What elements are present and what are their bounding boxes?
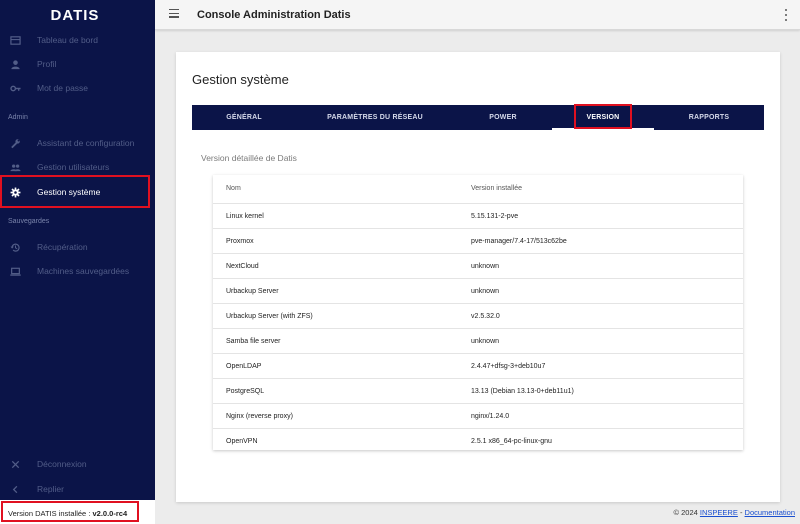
sidebar-item-label: Replier xyxy=(37,484,64,494)
version-label: Version DATIS installée : xyxy=(8,509,91,518)
cell-version: pve-manager/7.4-17/513c62be xyxy=(471,238,567,245)
inspeere-link[interactable]: INSPEERE xyxy=(700,508,738,517)
cell-version: unknown xyxy=(471,338,500,345)
table-row: NextCloud unknown xyxy=(213,254,743,279)
sidebar-item-label: Déconnexion xyxy=(37,459,87,469)
wrench-icon xyxy=(9,137,21,149)
laptop-icon xyxy=(9,265,21,277)
tab-bar: GÉNÉRAL PARAMÈTRES DU RÉSEAU POWER VERSI… xyxy=(192,105,764,130)
datis-logo: DATIS xyxy=(50,6,100,24)
sidebar-item-label: Gestion système xyxy=(37,187,101,197)
cell-name: Samba file server xyxy=(226,338,281,345)
sidebar-item-dashboard[interactable]: Tableau de bord xyxy=(0,28,155,52)
cell-name: OpenLDAP xyxy=(226,363,262,370)
hamburger-menu-icon[interactable] xyxy=(169,9,179,19)
sidebar-item-label: Assistant de configuration xyxy=(37,138,135,148)
sidebar-item-label: Mot de passe xyxy=(37,83,89,93)
table-row: OpenVPN 2.5.1 x86_64-pc-linux-gnu xyxy=(213,429,743,454)
sidebar-item-label: Gestion utilisateurs xyxy=(37,162,110,172)
section-label-admin: Admin xyxy=(8,114,28,121)
sidebar-item-label: Tableau de bord xyxy=(37,35,98,45)
cell-version: 2.5.1 x86_64-pc-linux-gnu xyxy=(471,438,552,445)
section-title: Version détaillée de Datis xyxy=(201,153,297,163)
installed-version: Version DATIS installée : v2.0.0-rc4 xyxy=(8,509,127,518)
separator: - xyxy=(739,508,743,517)
dashboard-icon xyxy=(9,34,21,46)
installed-version-bar: Version DATIS installée : v2.0.0-rc4 xyxy=(0,500,155,524)
cell-version: nginx/1.24.0 xyxy=(471,413,510,420)
person-icon xyxy=(9,58,21,70)
sidebar-item-password[interactable]: Mot de passe xyxy=(0,76,155,100)
table-row: Samba file server unknown xyxy=(213,329,743,354)
gear-icon xyxy=(9,186,21,198)
cell-name: OpenVPN xyxy=(226,438,258,445)
cell-name: Proxmox xyxy=(226,238,254,245)
close-icon xyxy=(9,458,21,470)
cell-version: 5.15.131-2-pve xyxy=(471,213,519,220)
sidebar-item-label: Machines sauvegardées xyxy=(37,266,130,276)
footer: © 2024 INSPEERE - Documentation xyxy=(155,500,800,524)
cell-version: 13.13 (Debian 13.13-0+deb11u1) xyxy=(471,388,574,395)
copyright-text: © 2024 xyxy=(673,508,698,517)
documentation-link[interactable]: Documentation xyxy=(745,508,795,517)
sidebar-item-label: Récupération xyxy=(37,242,88,252)
tab-version[interactable]: VERSION xyxy=(552,105,654,130)
copyright: © 2024 INSPEERE - Documentation xyxy=(674,508,795,517)
tab-power[interactable]: POWER xyxy=(454,105,552,130)
sidebar-item-profile[interactable]: Profil xyxy=(0,52,155,76)
table-row: Proxmox pve-manager/7.4-17/513c62be xyxy=(213,229,743,254)
sidebar-item-users[interactable]: Gestion utilisateurs xyxy=(0,155,155,179)
app-title: Console Administration Datis xyxy=(197,9,351,21)
column-header-version: Version installée xyxy=(471,185,522,192)
cell-version: unknown xyxy=(471,288,500,295)
sidebar-item-setup-wizard[interactable]: Assistant de configuration xyxy=(0,131,155,155)
cell-name: Nginx (reverse proxy) xyxy=(226,413,293,420)
chevron-left-icon xyxy=(9,483,21,495)
tab-network-settings[interactable]: PARAMÈTRES DU RÉSEAU xyxy=(296,105,454,130)
cell-name: Urbackup Server (with ZFS) xyxy=(226,313,313,320)
cell-version: v2.5.32.0 xyxy=(471,313,500,320)
version-value: v2.0.0-rc4 xyxy=(92,509,128,518)
table-row: PostgreSQL 13.13 (Debian 13.13-0+deb11u1… xyxy=(213,379,743,404)
table-row: Urbackup Server (with ZFS) v2.5.32.0 xyxy=(213,304,743,329)
table-row: Linux kernel 5.15.131-2-pve xyxy=(213,204,743,229)
table-row: Urbackup Server unknown xyxy=(213,279,743,304)
key-icon xyxy=(9,82,21,94)
version-table: Nom Version installée Linux kernel 5.15.… xyxy=(213,175,743,450)
cell-name: PostgreSQL xyxy=(226,388,265,395)
sidebar-item-recovery[interactable]: Récupération xyxy=(0,235,155,259)
cell-version: unknown xyxy=(471,263,500,270)
system-management-card: Gestion système GÉNÉRAL PARAMÈTRES DU RÉ… xyxy=(176,52,780,502)
top-app-bar: Console Administration Datis xyxy=(155,0,800,30)
table-row: OpenLDAP 2.4.47+dfsg-3+deb10u7 xyxy=(213,354,743,379)
column-header-name: Nom xyxy=(226,185,241,192)
cell-name: Urbackup Server xyxy=(226,288,279,295)
tab-reports[interactable]: RAPPORTS xyxy=(654,105,764,130)
table-header: Nom Version installée xyxy=(213,175,743,204)
restore-icon xyxy=(9,241,21,253)
cell-name: Linux kernel xyxy=(226,213,264,220)
page-title: Gestion système xyxy=(192,72,289,87)
cell-name: NextCloud xyxy=(226,263,259,270)
sidebar-item-backed-up-machines[interactable]: Machines sauvegardées xyxy=(0,259,155,283)
table-row: Nginx (reverse proxy) nginx/1.24.0 xyxy=(213,404,743,429)
section-label-backups: Sauvegardes xyxy=(8,218,50,225)
sidebar-item-logout[interactable]: Déconnexion xyxy=(0,452,155,476)
more-options-icon[interactable] xyxy=(784,9,788,21)
sidebar-item-label: Profil xyxy=(37,59,57,69)
cell-version: 2.4.47+dfsg-3+deb10u7 xyxy=(471,363,546,370)
people-icon xyxy=(9,161,21,173)
tab-general[interactable]: GÉNÉRAL xyxy=(192,105,296,130)
sidebar: DATIS Tableau de bord Profil Mot de pass… xyxy=(0,0,155,500)
sidebar-item-system[interactable]: Gestion système xyxy=(0,180,155,204)
sidebar-item-collapse[interactable]: Replier xyxy=(0,477,155,501)
active-tab-indicator xyxy=(552,128,654,130)
